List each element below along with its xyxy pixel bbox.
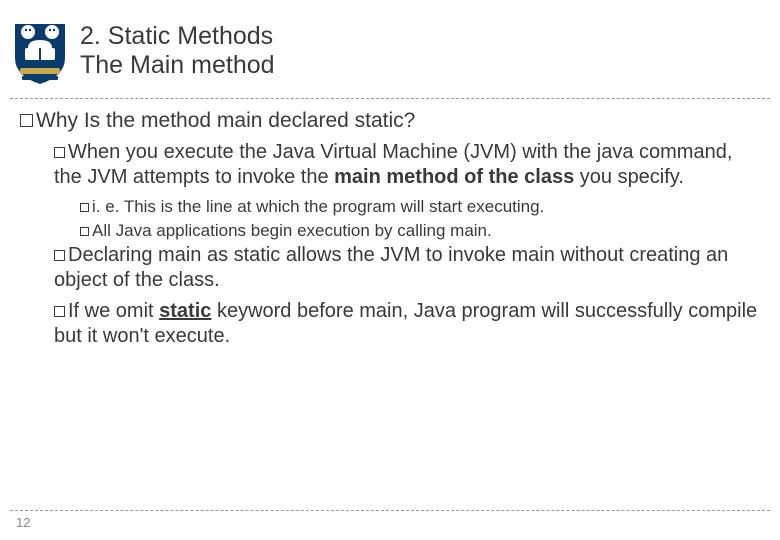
university-crest-logo	[10, 16, 70, 86]
lvl3a-text: i. e. This is the line at which the prog…	[92, 197, 544, 216]
square-bullet-icon	[54, 147, 65, 158]
lvl2c-underline: static	[159, 300, 211, 322]
square-bullet-icon	[80, 203, 89, 212]
bullet-lvl3: All Java applications begin execution by…	[80, 220, 760, 241]
square-bullet-icon	[20, 114, 33, 127]
lvl2a-bold: main method of the class	[334, 166, 574, 188]
bullet-lvl2: Declaring main as static allows the JVM …	[54, 243, 760, 293]
square-bullet-icon	[80, 227, 89, 236]
square-bullet-icon	[54, 250, 65, 261]
lvl2a-post: you specify.	[574, 166, 684, 188]
lvl3b-text: All Java applications begin execution by…	[92, 221, 492, 240]
bullet-lvl1: Why Is the method main declared static?	[20, 108, 760, 134]
lvl2c-pre: If we omit	[68, 300, 159, 322]
title-block: 2. Static Methods The Main method	[80, 22, 275, 80]
lvl1-text: Why Is the method main declared static?	[36, 109, 415, 132]
footer: 12	[10, 510, 770, 530]
content: Why Is the method main declared static? …	[20, 108, 760, 355]
bullet-lvl2: If we omit static keyword before main, J…	[54, 299, 760, 349]
lvl2b-text: Declaring main as static allows the JVM …	[54, 244, 728, 291]
square-bullet-icon	[54, 306, 65, 317]
bullet-lvl2: When you execute the Java Virtual Machin…	[54, 140, 760, 190]
header-divider	[10, 98, 770, 99]
header: 2. Static Methods The Main method	[10, 16, 770, 86]
bullet-lvl3: i. e. This is the line at which the prog…	[80, 196, 760, 217]
page-number: 12	[16, 515, 770, 530]
title-line-2: The Main method	[80, 51, 275, 80]
footer-divider	[10, 510, 770, 511]
title-line-1: 2. Static Methods	[80, 22, 275, 51]
